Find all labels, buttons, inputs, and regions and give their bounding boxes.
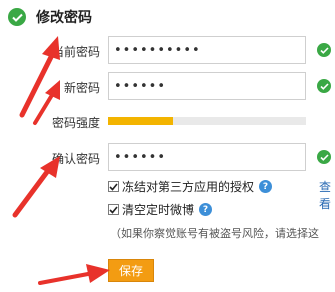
clear-weibo-checkbox[interactable] xyxy=(108,204,119,215)
security-note: （如果你察觉账号有被盗号风险，请选择这 xyxy=(110,227,319,240)
annotation-arrow xyxy=(33,93,54,125)
clear-weibo-option: 清空定时微博 ? xyxy=(108,201,213,218)
annotation-arrowhead xyxy=(86,264,110,283)
valid-check-icon xyxy=(317,43,331,57)
password-strength-fill xyxy=(108,117,174,125)
annotation-arrowhead xyxy=(45,80,60,100)
clear-weibo-label[interactable]: 清空定时微博 xyxy=(122,201,194,218)
annotation-arrow xyxy=(12,169,50,218)
help-icon[interactable]: ? xyxy=(199,203,213,216)
password-strength-label: 密码强度 xyxy=(51,116,100,130)
new-password-label: 新密码 xyxy=(63,81,100,95)
current-password-label: 当前密码 xyxy=(51,45,100,59)
valid-check-icon xyxy=(317,150,331,164)
page-title: 修改密码 xyxy=(36,10,92,26)
freeze-auth-label[interactable]: 冻结对第三方应用的授权 xyxy=(122,178,254,195)
freeze-auth-option: 冻结对第三方应用的授权 ? xyxy=(108,178,273,195)
freeze-auth-checkbox[interactable] xyxy=(108,181,119,192)
annotation-arrow xyxy=(38,272,90,285)
annotation-arrow xyxy=(19,52,55,118)
confirm-password-field[interactable]: •••••• xyxy=(108,143,306,171)
confirm-password-label: 确认密码 xyxy=(51,152,100,166)
save-button[interactable]: 保存 xyxy=(108,259,154,282)
view-link[interactable]: 查看 xyxy=(319,178,335,212)
checkmark-icon xyxy=(8,8,26,26)
section-header: 修改密码 xyxy=(8,6,92,28)
new-password-field[interactable]: •••••• xyxy=(108,72,306,100)
password-strength-meter xyxy=(108,117,306,125)
help-icon[interactable]: ? xyxy=(259,180,273,193)
current-password-field[interactable]: •••••••••• xyxy=(108,36,306,64)
valid-check-icon xyxy=(317,79,331,93)
